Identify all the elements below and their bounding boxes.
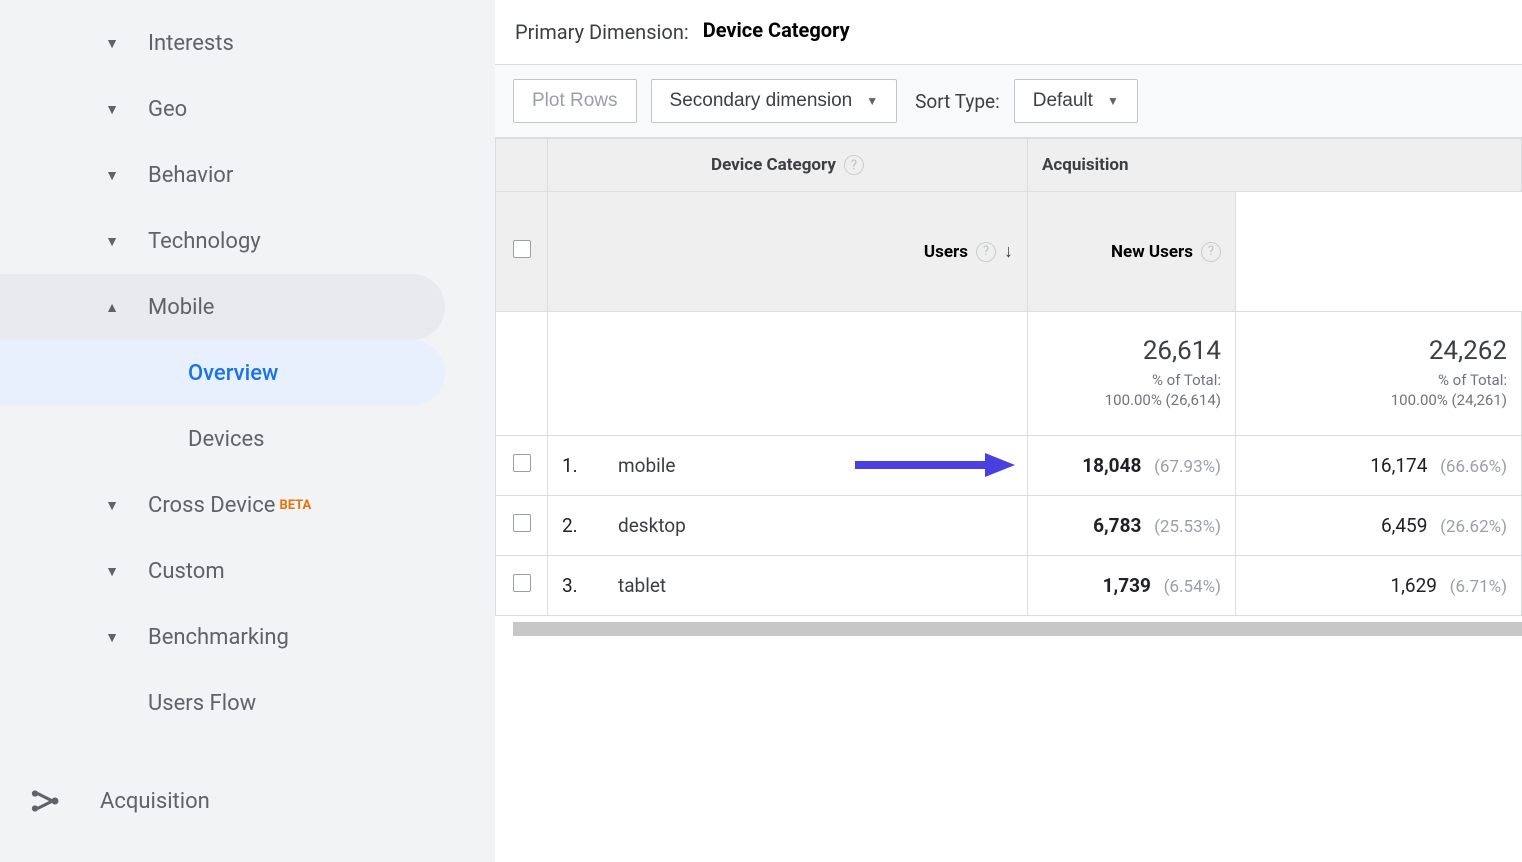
plot-rows-button[interactable]: Plot Rows (513, 79, 637, 123)
sidebar-item-custom[interactable]: ▼ Custom (0, 538, 445, 604)
sidebar-subitem-devices[interactable]: Devices (0, 406, 445, 472)
row-checkbox[interactable] (513, 514, 531, 532)
totals-row: 26,614 % of Total: 100.00% (26,614) 24,2… (496, 312, 1522, 436)
help-icon[interactable]: ? (1201, 242, 1221, 262)
sidebar-item-label: Users Flow (148, 691, 256, 716)
caret-down-icon: ▼ (866, 94, 878, 108)
cell-users: 18,048 (67.93%) (1028, 435, 1236, 495)
row-index: 1. (562, 454, 592, 477)
sidebar-item-label: Interests (148, 31, 234, 56)
sidebar-item-label: Behavior (148, 163, 233, 188)
row-category[interactable]: mobile (618, 454, 675, 477)
sidebar-section-acquisition[interactable]: Acquisition (0, 761, 495, 841)
acquisition-icon (30, 786, 60, 816)
cell-new-users: 16,174 (66.66%) (1236, 435, 1522, 495)
sidebar-item-label: Geo (148, 97, 187, 122)
caret-down-icon: ▼ (1107, 94, 1119, 108)
primary-dimension-bar: Primary Dimension: Device Category (495, 0, 1522, 64)
caret-down-icon: ▼ (100, 233, 124, 250)
help-icon[interactable]: ? (976, 242, 996, 262)
total-users: 26,614 % of Total: 100.00% (26,614) (1028, 312, 1236, 436)
sidebar: ▼ Interests ▼ Geo ▼ Behavior ▼ Technolog… (0, 0, 495, 862)
row-checkbox[interactable] (513, 574, 531, 592)
sidebar-item-label: Technology (148, 229, 261, 254)
caret-up-icon: ▲ (100, 299, 124, 316)
select-all-cell (496, 192, 548, 312)
sidebar-item-technology[interactable]: ▼ Technology (0, 208, 445, 274)
cell-new-users: 1,629 (6.71%) (1236, 555, 1522, 615)
main-content: Primary Dimension: Device Category Plot … (495, 0, 1522, 862)
primary-dimension-label: Primary Dimension: (515, 20, 689, 44)
caret-down-icon: ▼ (100, 563, 124, 580)
sidebar-item-mobile[interactable]: ▲ Mobile (0, 274, 445, 340)
caret-down-icon: ▼ (100, 629, 124, 646)
caret-down-icon: ▼ (100, 167, 124, 184)
horizontal-scrollbar[interactable] (513, 622, 1522, 636)
sort-type-label: Sort Type: (915, 90, 1000, 113)
sidebar-item-interests[interactable]: ▼ Interests (0, 10, 445, 76)
table-row: 3. tablet 1,739 (6.54%) 1,629 (6.71%) (496, 555, 1522, 615)
cell-new-users: 6,459 (26.62%) (1236, 495, 1522, 555)
data-table: Device Category ? Acquisition Users (495, 138, 1522, 616)
caret-down-icon: ▼ (100, 35, 124, 52)
row-category[interactable]: desktop (618, 514, 686, 537)
secondary-dimension-dropdown[interactable]: Secondary dimension ▼ (651, 79, 898, 123)
sidebar-subitem-overview[interactable]: Overview (0, 340, 445, 406)
row-checkbox[interactable] (513, 454, 531, 472)
caret-down-icon: ▼ (100, 497, 124, 514)
table-row: 1. mobile 18,048 (67.93%) 16,174 (496, 435, 1522, 495)
sidebar-item-geo[interactable]: ▼ Geo (0, 76, 445, 142)
sidebar-subitem-label: Overview (188, 361, 278, 386)
column-header-users[interactable]: Users ? ↓ (548, 192, 1028, 312)
sort-descending-icon: ↓ (1004, 241, 1013, 262)
cell-users: 6,783 (25.53%) (1028, 495, 1236, 555)
sidebar-item-users-flow[interactable]: Users Flow (0, 670, 445, 736)
table-toolbar: Plot Rows Secondary dimension ▼ Sort Typ… (495, 64, 1522, 138)
row-index: 2. (562, 514, 592, 537)
row-category[interactable]: tablet (618, 574, 666, 597)
total-new-users: 24,262 % of Total: 100.00% (24,261) (1236, 312, 1522, 436)
primary-dimension-value[interactable]: Device Category (703, 18, 850, 46)
header-blank (496, 139, 548, 192)
annotation-arrow-icon (855, 450, 1015, 480)
column-header-new-users[interactable]: New Users ? (1028, 192, 1236, 312)
row-index: 3. (562, 574, 592, 597)
sidebar-item-cross-device[interactable]: ▼ Cross Device BETA (0, 472, 445, 538)
table-row: 2. desktop 6,783 (25.53%) 6,459 (26.62%) (496, 495, 1522, 555)
column-header-category[interactable]: Device Category (711, 155, 836, 175)
sort-type-dropdown[interactable]: Default ▼ (1014, 79, 1138, 123)
sidebar-item-benchmarking[interactable]: ▼ Benchmarking (0, 604, 445, 670)
sidebar-item-label: Benchmarking (148, 625, 289, 650)
sidebar-item-label: Cross Device (148, 493, 275, 518)
sidebar-subitem-label: Devices (188, 427, 265, 452)
beta-badge: BETA (279, 498, 311, 513)
cell-users: 1,739 (6.54%) (1028, 555, 1236, 615)
caret-down-icon: ▼ (100, 101, 124, 118)
sidebar-section-label: Acquisition (100, 789, 210, 814)
select-all-checkbox[interactable] (513, 240, 531, 258)
sidebar-item-label: Custom (148, 559, 225, 584)
column-group-acquisition: Acquisition (1028, 139, 1522, 192)
help-icon[interactable]: ? (844, 155, 864, 175)
sidebar-item-label: Mobile (148, 295, 214, 320)
sidebar-item-behavior[interactable]: ▼ Behavior (0, 142, 445, 208)
